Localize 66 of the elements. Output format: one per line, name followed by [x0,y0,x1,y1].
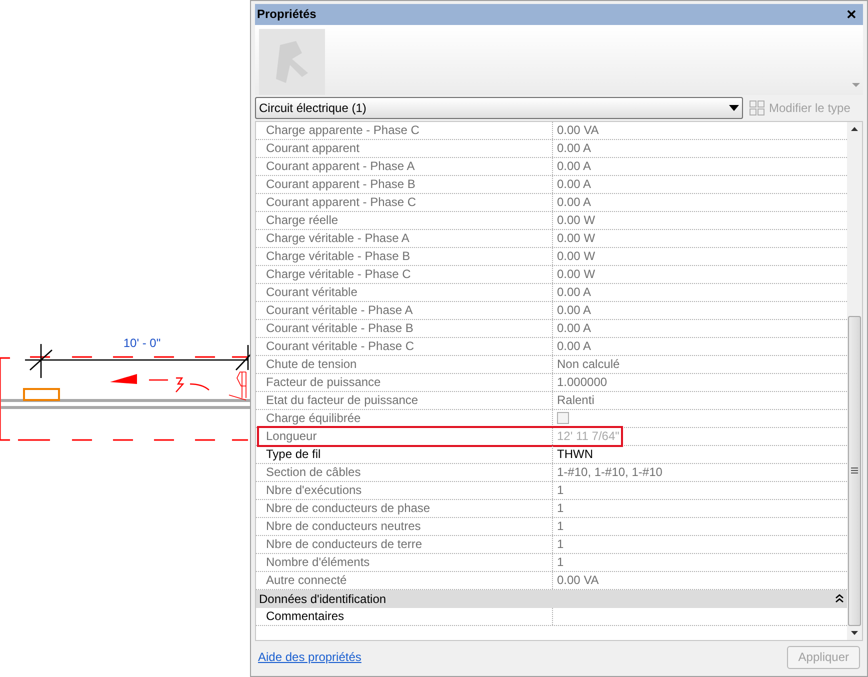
panel-title: Propriétés [257,6,316,24]
property-name: Courant véritable - Phase A [256,302,553,319]
property-value: 0.00 W [556,230,596,247]
property-name: Charge apparente - Phase C [256,122,553,139]
group-header[interactable]: Données d'identification [256,590,847,608]
property-value: 0.00 A [556,284,592,301]
property-value: 1 [556,536,565,553]
property-name: Charge équilibrée [256,410,553,427]
caret-icon[interactable] [851,82,861,88]
property-name: Charge véritable - Phase B [256,248,553,265]
property-value: 0.00 A [556,140,592,157]
property-name: Etat du facteur de puissance [256,392,553,409]
property-name: Courant apparent - Phase B [256,176,553,193]
property-name: Chute de tension [256,356,553,373]
property-value: 1-#10, 1-#10, 1-#10 [556,464,664,481]
help-link[interactable]: Aide des propriétés [258,648,362,666]
property-name: Autre connecté [256,572,553,589]
property-name: Courant véritable [256,284,553,301]
property-name: Courant véritable - Phase B [256,320,553,337]
property-name: Charge véritable - Phase A [256,230,553,247]
property-name: Courant apparent - Phase A [256,158,553,175]
property-value: 0.00 A [556,320,592,337]
property-name: Nbre de conducteurs neutres [256,518,553,535]
edit-type-icon [749,100,765,116]
property-value: 1 [556,500,565,517]
close-button[interactable]: ✕ [842,8,861,21]
property-value: 0.00 A [556,302,592,319]
property-value: Ralenti [556,392,596,409]
property-value: 0.00 A [556,194,592,211]
property-value: 0.00 A [556,158,592,175]
grip-icon [851,467,858,474]
property-value: 1 [556,482,565,499]
group-title: Données d'identification [259,590,386,608]
property-value[interactable]: THWN [553,446,847,463]
property-value: 1 [556,554,565,571]
scrollbar[interactable] [847,122,862,640]
property-name: Facteur de puissance [256,374,553,391]
property-name: Type de fil [256,446,553,463]
property-value: 0.00 W [556,212,596,229]
property-value: 1 [556,518,565,535]
property-name: Section de câbles [256,464,553,481]
property-value: 0.00 VA [556,572,600,589]
property-value: 0.00 W [556,248,596,265]
type-selector[interactable]: Circuit électrique (1) [255,96,743,119]
property-value: 1.000000 [556,374,608,391]
scroll-thumb[interactable] [848,316,861,626]
property-value: Non calculé [556,356,621,373]
dimension-text: 10' - 0" [123,336,161,350]
caret-icon [729,104,739,111]
property-value: 0.00 A [556,176,592,193]
collapse-icon[interactable] [835,594,844,604]
property-name: Commentaires [256,608,553,625]
property-name: Charge réelle [256,212,553,229]
property-value: 0.00 A [556,338,592,355]
property-name: Nombre d'éléments [256,554,553,571]
property-name: Charge véritable - Phase C [256,266,553,283]
property-value: 12' 11 7/64" [556,428,620,445]
property-name: Longueur [256,428,553,445]
property-value: 0.00 VA [556,122,600,139]
property-name: Courant apparent [256,140,553,157]
property-name: Nbre d'exécutions [256,482,553,499]
property-name: Nbre de conducteurs de phase [256,500,553,517]
property-value: 0.00 W [556,266,596,283]
property-name: Courant apparent - Phase C [256,194,553,211]
property-name: Nbre de conducteurs de terre [256,536,553,553]
property-name: Courant véritable - Phase C [256,338,553,355]
